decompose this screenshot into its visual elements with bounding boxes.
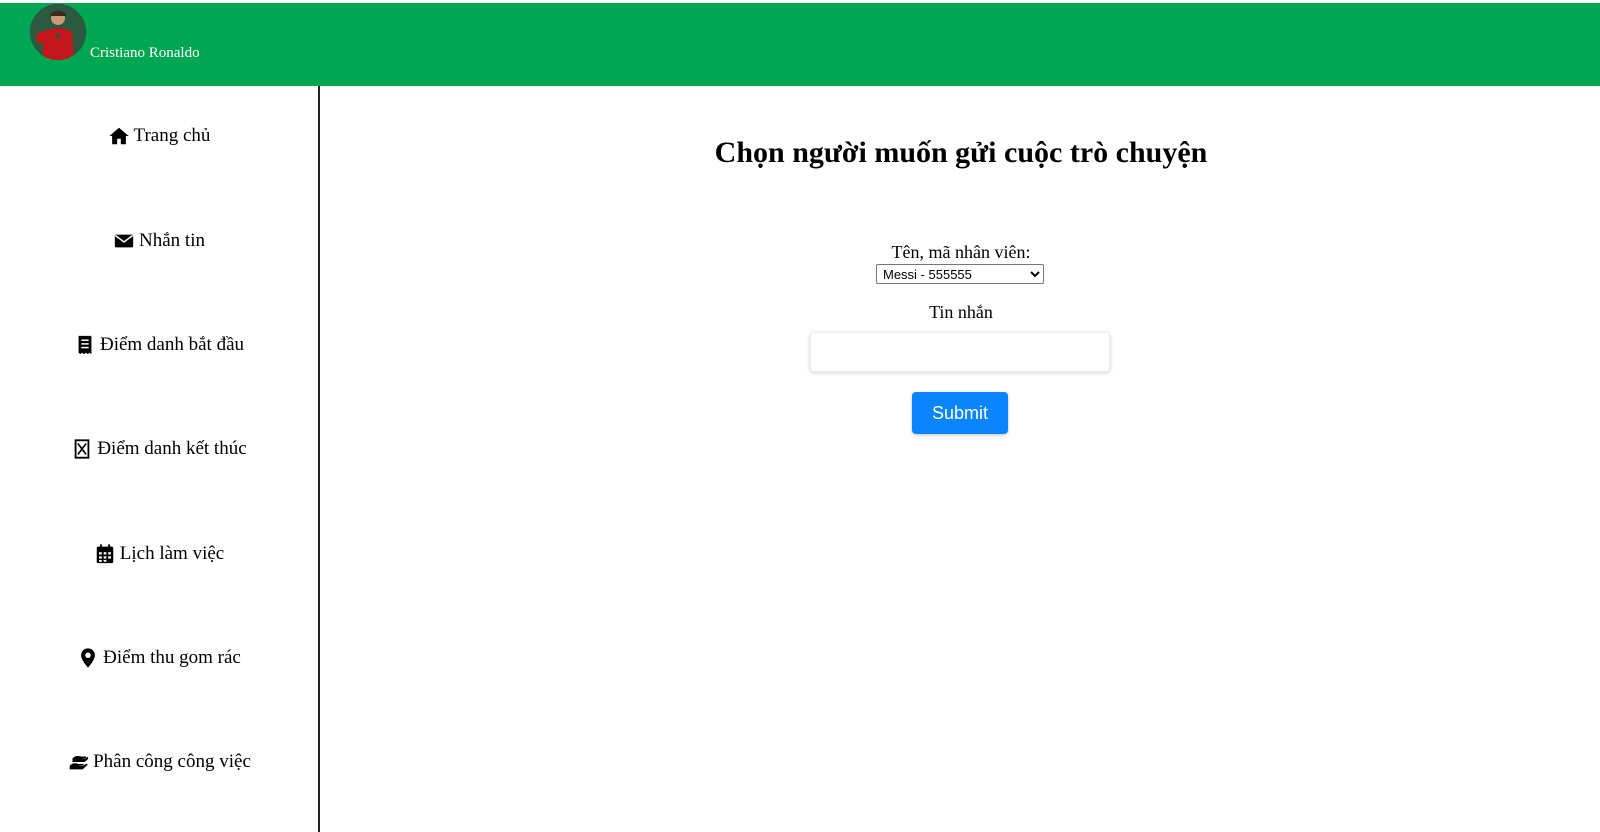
- sidebar-item-label: Nhắn tin: [139, 230, 205, 251]
- user-name: Cristiano Ronaldo: [90, 45, 200, 61]
- message-input[interactable]: [810, 332, 1110, 372]
- sidebar-item-checkin-end[interactable]: Điểm danh kết thúc: [0, 429, 318, 469]
- sidebar-item-label: Điểm thu gom rác: [103, 647, 241, 668]
- sidebar: Trang chủ Nhắn tin Điểm danh bắt đầu Điể…: [0, 86, 320, 832]
- sidebar-item-task-assignment[interactable]: Phân công công việc: [0, 742, 318, 782]
- avatar-image: [30, 4, 86, 60]
- calendar-icon: [96, 544, 114, 564]
- sidebar-item-home[interactable]: Trang chủ: [0, 116, 318, 156]
- message-label: Tin nhắn: [929, 302, 993, 322]
- employee-select[interactable]: Messi - 555555: [876, 264, 1044, 284]
- sidebar-item-schedule[interactable]: Lịch làm việc: [0, 534, 318, 574]
- sidebar-item-label: Phân công công việc: [93, 751, 251, 772]
- rectangle-xmark-icon: [74, 439, 90, 459]
- sidebar-item-label: Điểm danh bắt đầu: [99, 334, 245, 355]
- main-content: Chọn người muốn gửi cuộc trò chuyện Tên,…: [322, 86, 1600, 832]
- receipt-icon: [78, 335, 92, 355]
- sidebar-item-checkin-start[interactable]: Điểm danh bắt đầu: [0, 325, 318, 365]
- avatar[interactable]: [30, 4, 86, 60]
- map-pin-icon: [81, 648, 96, 668]
- top-header: Cristiano Ronaldo: [0, 3, 1600, 86]
- employee-label: Tên, mã nhân viên:: [891, 242, 1031, 262]
- sidebar-item-label: Lịch làm việc: [119, 543, 225, 564]
- hand-holding-icon: [69, 755, 89, 770]
- envelope-icon: [114, 234, 134, 248]
- sidebar-item-messages[interactable]: Nhắn tin: [0, 221, 318, 261]
- submit-button[interactable]: Submit: [912, 392, 1008, 434]
- sidebar-item-label: Điểm danh kết thúc: [97, 438, 247, 459]
- sidebar-item-label: Trang chủ: [133, 125, 211, 146]
- page-title: Chọn người muốn gửi cuộc trò chuyện: [714, 136, 1208, 169]
- sidebar-item-collection-points[interactable]: Điểm thu gom rác: [0, 638, 318, 678]
- home-icon: [108, 127, 129, 145]
